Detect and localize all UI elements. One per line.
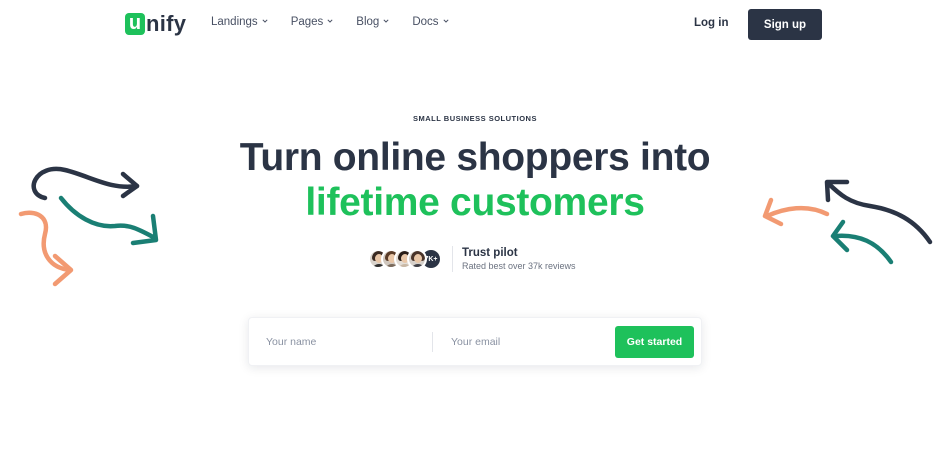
menu-item-label: Docs	[412, 16, 439, 28]
logo-text: nify	[146, 11, 187, 36]
divider	[452, 246, 453, 272]
trust-text: Trust pilot Rated best over 37k reviews	[462, 246, 576, 272]
menu-item-landings[interactable]: Landings	[211, 16, 268, 28]
trust-subtitle: Rated best over 37k reviews	[462, 261, 576, 271]
signup-button[interactable]: Sign up	[748, 9, 822, 40]
social-proof: 7K+ Trust pilot Rated best over 37k revi…	[368, 246, 576, 272]
hero-eyebrow: SMALL BUSINESS SOLUTIONS	[413, 114, 537, 123]
menu-item-blog[interactable]: Blog	[356, 16, 389, 28]
hero-title-line2: lifetime customers	[305, 181, 645, 224]
email-field[interactable]: Your email	[451, 318, 611, 365]
name-field[interactable]: Your name	[266, 318, 426, 365]
teal-arrow-icon	[830, 219, 894, 265]
logo-mark: u	[125, 13, 145, 35]
field-divider	[432, 332, 433, 352]
avatar-group: 7K+	[368, 248, 442, 270]
avatar	[407, 249, 427, 269]
trust-title: Trust pilot	[462, 247, 518, 259]
login-link[interactable]: Log in	[694, 17, 729, 29]
get-started-button[interactable]: Get started	[615, 326, 694, 358]
logo[interactable]: u nify	[125, 11, 186, 37]
top-nav: u nify Landings Pages Blog Docs Log in S…	[0, 0, 950, 50]
menu-item-label: Landings	[211, 16, 258, 28]
menu-item-docs[interactable]: Docs	[412, 16, 449, 28]
main-menu: Landings Pages Blog Docs	[211, 16, 472, 28]
menu-item-pages[interactable]: Pages	[291, 16, 334, 28]
signup-form: Your name Your email Get started	[248, 317, 702, 366]
menu-item-label: Pages	[290, 16, 324, 28]
menu-item-label: Blog	[356, 16, 380, 28]
chevron-down-icon	[327, 18, 333, 24]
hero-title-line1: Turn online shoppers into	[239, 136, 711, 179]
chevron-down-icon	[383, 18, 389, 24]
chevron-down-icon	[262, 18, 268, 24]
chevron-down-icon	[442, 18, 449, 24]
